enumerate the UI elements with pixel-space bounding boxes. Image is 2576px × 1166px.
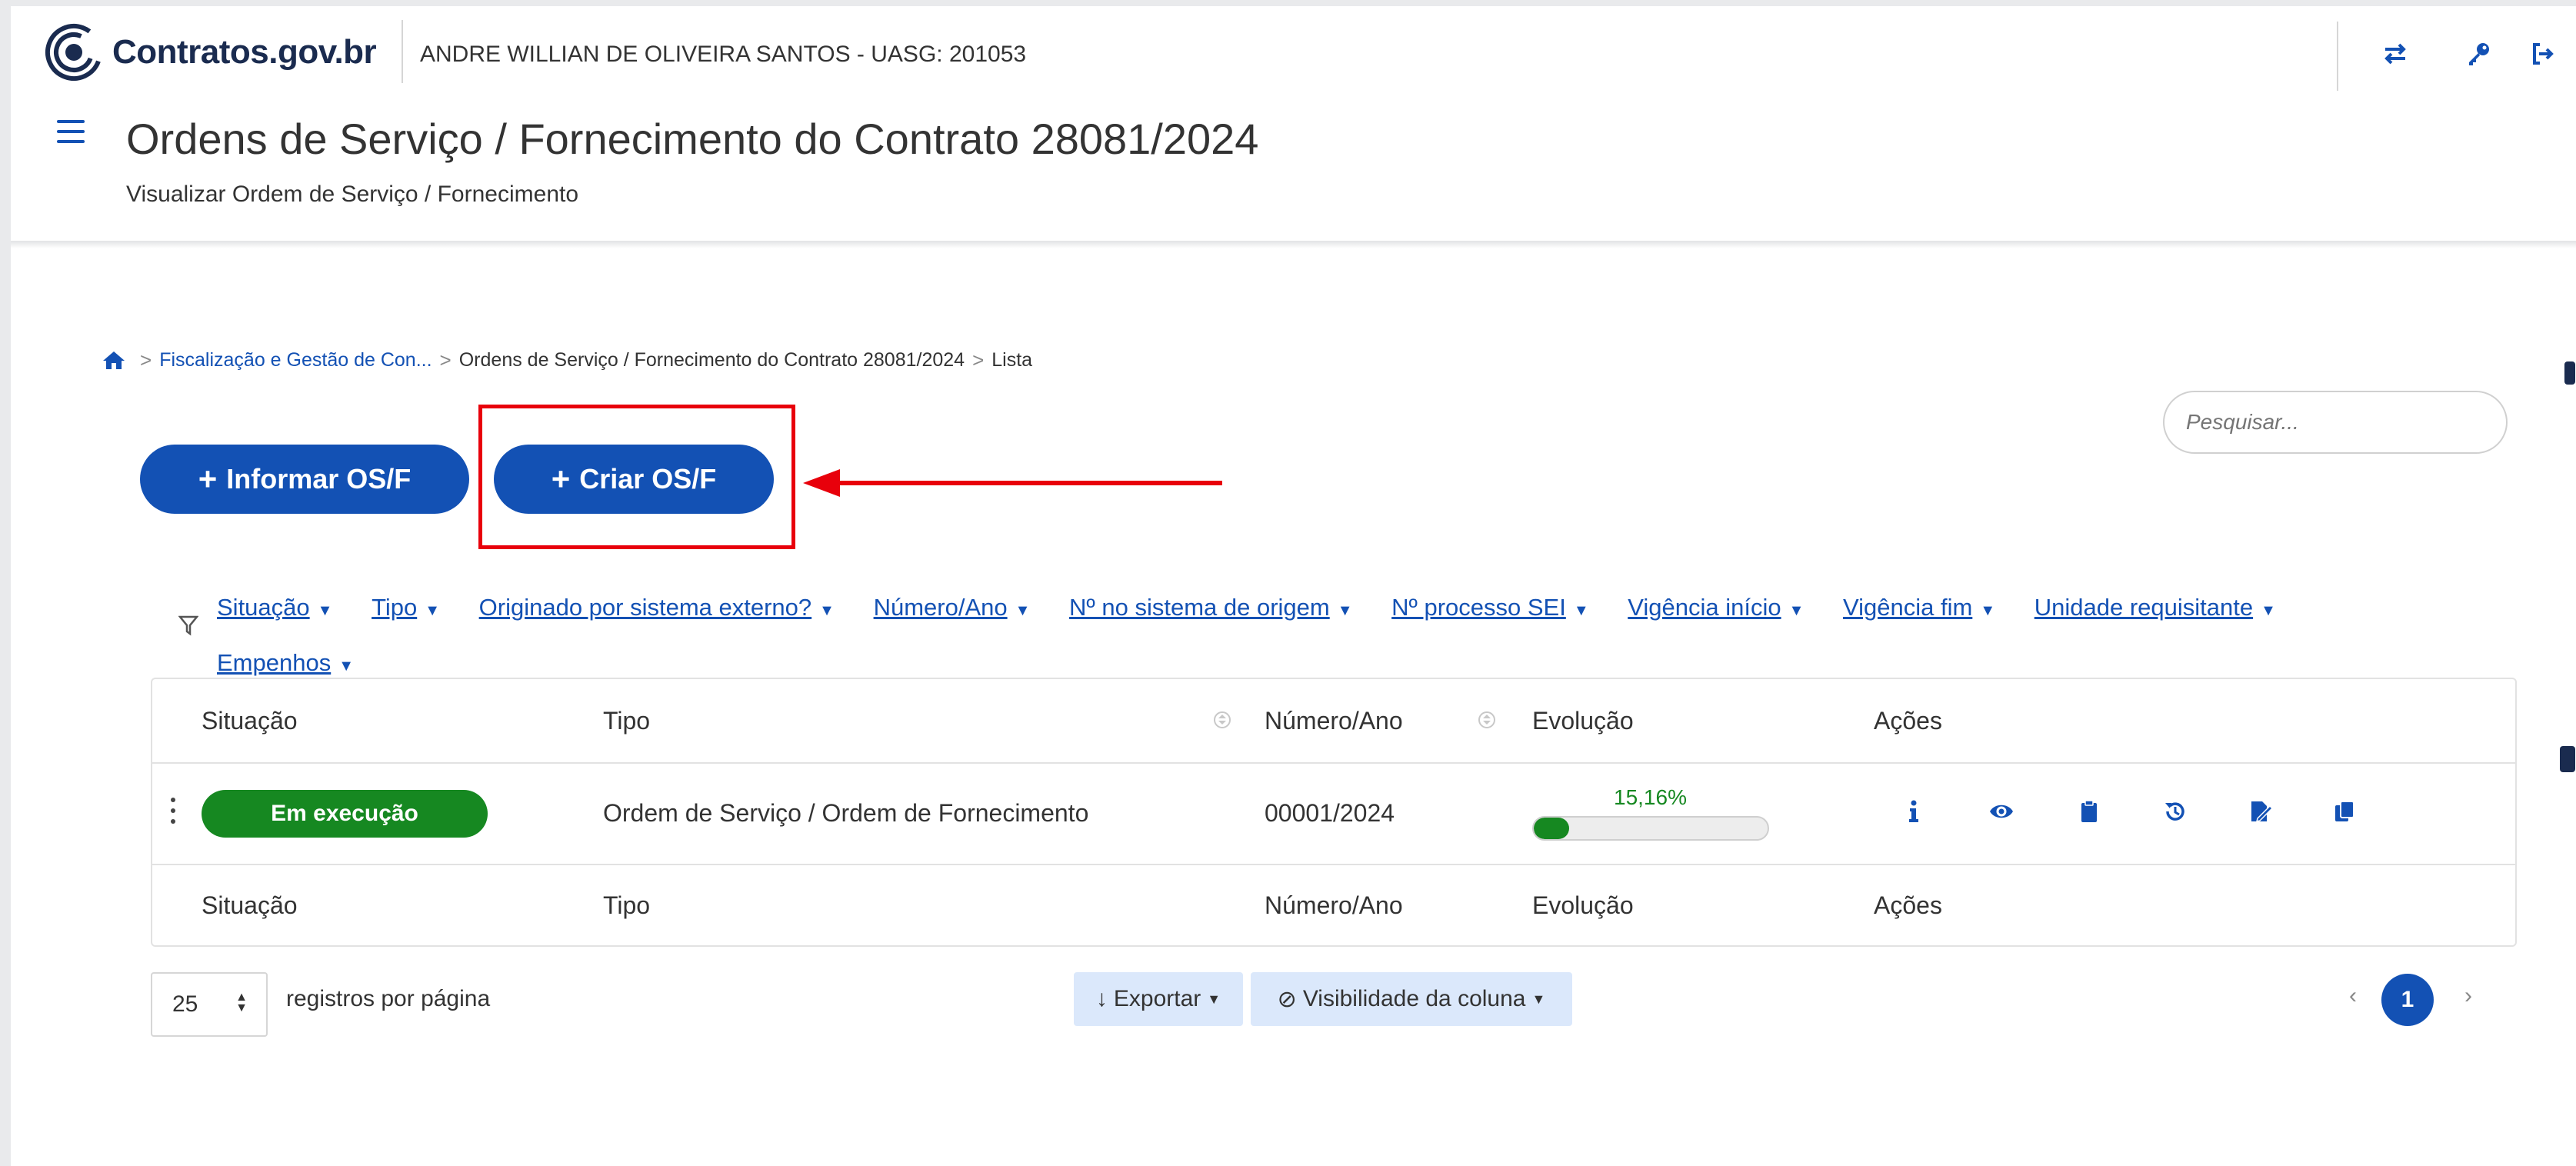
caret-down-icon: ▼ (1531, 991, 1546, 1007)
table-footer-row: Situação Tipo Número/Ano Evolução Ações (152, 864, 2515, 945)
filter-tipo[interactable]: Tipo ▼ (372, 581, 440, 637)
filter-numero-sistema-origem[interactable]: Nº no sistema de origem ▼ (1069, 581, 1352, 637)
sort-icon[interactable] (1214, 711, 1231, 728)
page: Contratos.gov.br ANDRE WILLIAN DE OLIVEI… (11, 6, 2576, 1166)
caret-down-icon: ▼ (1337, 602, 1353, 619)
plus-icon: + (198, 461, 218, 497)
header-right-divider (2337, 22, 2338, 91)
sort-icon[interactable] (1478, 711, 1495, 728)
home-icon[interactable] (102, 348, 126, 372)
cell-tipo: Ordem de Serviço / Ordem de Fornecimento (603, 799, 1089, 827)
caret-down-icon: ▼ (1573, 602, 1589, 619)
column-visibility-label: Visibilidade da coluna (1302, 986, 1526, 1011)
filter-vigencia-inicio[interactable]: Vigência início ▼ (1628, 581, 1804, 637)
user-info: ANDRE WILLIAN DE OLIVEIRA SANTOS - UASG:… (420, 42, 1027, 67)
breadcrumb-item-lista: Lista (991, 348, 1033, 371)
filter-bar: Situação ▼ Tipo ▼ Originado por sistema ex… (217, 581, 2371, 692)
filter-numero-ano[interactable]: Número/Ano ▼ (874, 581, 1031, 637)
header-shadow (11, 241, 2576, 248)
page-subtitle: Visualizar Ordem de Serviço / Fornecimen… (126, 182, 579, 207)
footer-header-numero-ano: Número/Ano (1265, 891, 1403, 919)
eye-slash-icon: ⊘ (1277, 986, 1297, 1012)
row-menu-icon[interactable] (171, 798, 177, 828)
pagination-page-1[interactable]: 1 (2381, 974, 2434, 1026)
column-header-acoes: Ações (1874, 707, 1942, 735)
clipboard-icon[interactable] (2074, 796, 2104, 827)
filter-situacao[interactable]: Situação ▼ (217, 581, 332, 637)
progress-label: 15,16% (1614, 785, 1687, 809)
red-arrow-annotation (803, 469, 1222, 497)
header-divider (402, 20, 403, 83)
table-row: Em execução Ordem de Serviço / Ordem de … (152, 762, 2515, 865)
per-page-label: registros por página (286, 986, 491, 1011)
footer-header-tipo: Tipo (603, 891, 651, 919)
status-badge: Em execução (202, 790, 488, 838)
logout-icon[interactable] (2528, 38, 2558, 69)
logo-icon (45, 24, 102, 81)
per-page-select[interactable]: 25 ▲ ▼ (151, 972, 268, 1037)
filter-originado-sistema-externo[interactable]: Originado por sistema externo? ▼ (479, 581, 835, 637)
breadcrumb-separator: > (140, 348, 152, 371)
search-input[interactable] (2163, 391, 2508, 454)
breadcrumb: > Fiscalização e Gestão de Con... > Orde… (102, 345, 1032, 375)
export-label: Exportar (1113, 986, 1201, 1011)
caret-down-icon: ▼ (1980, 602, 1996, 619)
info-icon[interactable] (1898, 796, 1929, 827)
caret-down-icon: ▼ (317, 602, 333, 619)
cell-numero-ano: 00001/2024 (1265, 799, 1395, 827)
filter-processo-sei[interactable]: Nº processo SEI ▼ (1391, 581, 1588, 637)
decorative-stroke (2560, 746, 2575, 772)
eye-icon[interactable] (1986, 796, 2017, 827)
breadcrumb-separator: > (439, 348, 452, 371)
copy-icon[interactable] (2329, 796, 2360, 827)
caret-down-icon: ▼ (1788, 602, 1805, 619)
footer-header-evolucao: Evolução (1532, 891, 1634, 919)
caret-down-icon: ▼ (425, 602, 441, 619)
filter-unidade-requisitante[interactable]: Unidade requisitante ▼ (2034, 581, 2276, 637)
column-visibility-button[interactable]: ⊘ Visibilidade da coluna ▼ (1251, 972, 1572, 1026)
key-icon[interactable] (2463, 38, 2494, 69)
top-bar: Contratos.gov.br ANDRE WILLIAN DE OLIVEI… (11, 6, 2576, 98)
decorative-stroke (2564, 361, 2575, 385)
column-header-evolucao[interactable]: Evolução (1532, 707, 1634, 735)
select-arrows-icon: ▲ ▼ (235, 991, 248, 1014)
breadcrumb-item-ordens[interactable]: Ordens de Serviço / Fornecimento do Cont… (459, 349, 965, 371)
breadcrumb-separator: > (972, 348, 985, 371)
history-icon[interactable] (2160, 796, 2191, 827)
edit-document-icon[interactable] (2244, 796, 2275, 827)
pagination-prev-icon[interactable]: ‹ (2349, 983, 2357, 1009)
caret-down-icon: ▼ (2261, 602, 2276, 619)
download-icon: ↓ (1095, 986, 1108, 1011)
highlight-box (478, 405, 795, 549)
caret-down-icon: ▼ (1207, 991, 1221, 1007)
progress-bar (1532, 816, 1769, 841)
pagination-next-icon[interactable]: › (2464, 983, 2472, 1009)
caret-down-icon: ▼ (819, 602, 835, 619)
page-title: Ordens de Serviço / Fornecimento do Cont… (126, 115, 1259, 163)
per-page-value: 25 (172, 991, 198, 1017)
swap-arrows-icon[interactable] (2380, 38, 2411, 69)
column-header-situacao[interactable]: Situação (202, 707, 298, 735)
footer-header-acoes: Ações (1874, 891, 1942, 919)
progress-fill (1534, 818, 1570, 839)
breadcrumb-link-fiscalizacao[interactable]: Fiscalização e Gestão de Con... (159, 349, 432, 371)
footer-header-situacao: Situação (202, 891, 298, 919)
informar-osf-button[interactable]: + Informar OS/F (140, 445, 469, 514)
ordens-table: Situação Tipo Número/Ano Evolução Ações … (151, 678, 2517, 947)
caret-down-icon: ▼ (1015, 602, 1031, 619)
menu-icon[interactable] (57, 120, 85, 143)
filter-icon (178, 615, 198, 636)
logo[interactable]: Contratos.gov.br (43, 22, 377, 83)
export-button[interactable]: ↓ Exportar ▼ (1074, 972, 1243, 1026)
column-header-tipo[interactable]: Tipo (603, 707, 650, 735)
informar-osf-label: Informar OS/F (226, 463, 412, 495)
table-header-row: Situação Tipo Número/Ano Evolução Ações (152, 679, 2515, 764)
column-header-numero-ano[interactable]: Número/Ano (1265, 707, 1403, 735)
logo-text: Contratos.gov.br (112, 33, 377, 71)
filter-vigencia-fim[interactable]: Vigência fim ▼ (1843, 581, 1995, 637)
